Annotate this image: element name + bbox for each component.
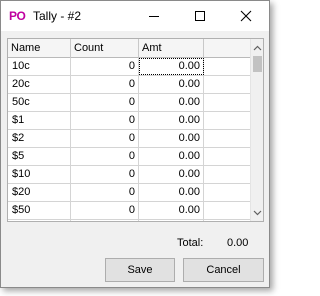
- cell-amt[interactable]: 0.00: [139, 94, 204, 111]
- column-header-count[interactable]: Count: [71, 39, 139, 58]
- scroll-up-button[interactable]: [251, 41, 263, 54]
- cell-count[interactable]: 0: [71, 58, 139, 75]
- cell-amt[interactable]: 0.00: [139, 220, 204, 221]
- cell-count[interactable]: 0: [71, 112, 139, 129]
- cell-name[interactable]: $1: [8, 112, 71, 129]
- title-bar[interactable]: PO Tally - #2: [1, 1, 269, 31]
- tally-window: PO Tally - #2 Name Count Amt 10c 0 0.00 …: [0, 0, 270, 288]
- cancel-button[interactable]: Cancel: [183, 258, 264, 282]
- cell-name[interactable]: 20c: [8, 76, 71, 93]
- cell-name[interactable]: $50: [8, 202, 71, 219]
- scroll-thumb[interactable]: [253, 56, 262, 72]
- total-label: Total:: [177, 237, 204, 249]
- table-row[interactable]: $10 0 0.00: [8, 166, 251, 184]
- cell-name[interactable]: $20: [8, 184, 71, 201]
- cell-count[interactable]: 0: [71, 184, 139, 201]
- minimize-icon: [149, 16, 159, 17]
- table-row[interactable]: $5 0 0.00: [8, 148, 251, 166]
- window-title: Tally - #2: [33, 9, 82, 23]
- cell-amt[interactable]: 0.00: [139, 112, 204, 129]
- chevron-down-icon: [253, 210, 262, 215]
- cell-name[interactable]: $5: [8, 148, 71, 165]
- column-header-amt[interactable]: Amt: [139, 39, 204, 58]
- cell-amt[interactable]: 0.00: [139, 184, 204, 201]
- table-header: Name Count Amt: [8, 39, 251, 58]
- table-body: 10c 0 0.00 20c 0 0.00 50c 0 0.00 $1 0 0.00 $2 0 0.00 $5…: [8, 58, 251, 221]
- column-header-name[interactable]: Name: [8, 39, 71, 58]
- table-row[interactable]: $1 0 0.00: [8, 112, 251, 130]
- cell-count[interactable]: 0: [71, 148, 139, 165]
- table-row[interactable]: $10000.00: [8, 220, 251, 221]
- cell-name[interactable]: 10c: [8, 58, 71, 75]
- app-logo: PO: [9, 9, 26, 23]
- tally-grid[interactable]: Name Count Amt 10c 0 0.00 20c 0 0.00 50c 0 0.00 $…: [7, 38, 264, 222]
- save-button[interactable]: Save: [105, 258, 175, 282]
- cell-name[interactable]: 50c: [8, 94, 71, 111]
- cell-name[interactable]: $10: [8, 166, 71, 183]
- table-row[interactable]: $50 0 0.00: [8, 202, 251, 220]
- cell-amt[interactable]: 0.00: [139, 130, 204, 147]
- close-icon: [240, 10, 252, 22]
- cell-amt[interactable]: 0.00: [139, 76, 204, 93]
- scroll-down-button[interactable]: [251, 206, 263, 219]
- table-row[interactable]: 20c 0 0.00: [8, 76, 251, 94]
- cell-count[interactable]: 0: [71, 166, 139, 183]
- maximize-icon: [195, 11, 205, 21]
- cell-amt[interactable]: 0.00: [139, 202, 204, 219]
- table-row[interactable]: 10c 0 0.00: [8, 58, 251, 76]
- maximize-button[interactable]: [177, 1, 223, 31]
- cell-amt[interactable]: 0.00: [139, 148, 204, 165]
- table-row[interactable]: $2 0 0.00: [8, 130, 251, 148]
- cell-name[interactable]: $2: [8, 130, 71, 147]
- cell-name[interactable]: $100: [8, 220, 71, 221]
- cell-count[interactable]: 0: [71, 130, 139, 147]
- cell-count[interactable]: 0: [71, 94, 139, 111]
- cell-count[interactable]: 0: [71, 220, 139, 221]
- total-value: 0.00: [227, 237, 249, 249]
- cell-count[interactable]: 0: [71, 76, 139, 93]
- vertical-scrollbar[interactable]: [250, 39, 263, 221]
- table-row[interactable]: $20 0 0.00: [8, 184, 251, 202]
- cell-amt[interactable]: 0.00: [139, 58, 204, 75]
- minimize-button[interactable]: [131, 1, 177, 31]
- close-button[interactable]: [223, 1, 269, 31]
- chevron-up-icon: [253, 45, 262, 50]
- cell-amt[interactable]: 0.00: [139, 166, 204, 183]
- table-row[interactable]: 50c 0 0.00: [8, 94, 251, 112]
- tally-table: Name Count Amt 10c 0 0.00 20c 0 0.00 50c 0 0.00 $…: [8, 39, 251, 221]
- cell-count[interactable]: 0: [71, 202, 139, 219]
